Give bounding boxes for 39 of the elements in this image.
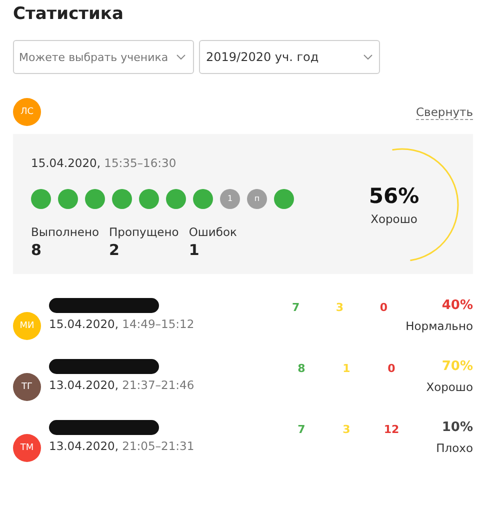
error-count: 0 [386,362,396,375]
task-dot: п [247,188,267,208]
error-count: 12 [382,423,400,436]
stat-label: Пропущено [109,224,179,238]
score-grade: Плохо [436,441,473,455]
skipped-count: 1 [342,362,352,375]
skipped-count: 3 [342,423,352,436]
chevron-down-icon [176,54,186,60]
avatar: ТМ [13,434,41,462]
done-count: 7 [296,423,306,436]
session-datetime: 15.04.2020, 14:49–15:12 [49,317,196,331]
skipped-count: 3 [334,301,345,314]
avatar: МИ [13,312,41,340]
done-count: 8 [296,362,306,375]
session-datetime: 13.04.2020, 21:37–21:46 [49,378,196,392]
collapse-link[interactable]: Свернуть [416,104,473,120]
score-percent: 10% [442,420,473,435]
session-datetime: 13.04.2020, 21:05–21:31 [49,439,196,453]
done-count: 7 [290,301,301,314]
task-dot: 1 [220,188,240,208]
avatar: ЛС [13,98,41,126]
stat-value: 8 [31,240,42,258]
stat-label: Выполнено [31,224,100,238]
stat-value: 1 [188,240,200,258]
error-count: 0 [378,301,388,314]
score-grade: Хорошо [370,212,418,226]
chevron-down-icon [363,54,373,60]
score-percent: 40% [442,298,473,313]
score-percent: 56% [368,184,420,208]
score-percent: 70% [442,359,473,374]
stat-label: Ошибок [188,224,237,238]
avatar: ТГ [13,373,41,401]
score-grade: Хорошо [426,380,473,394]
page-title: Статистика [13,4,124,24]
student-select[interactable]: Можете выбрать ученика [13,40,194,74]
score-grade: Нормально [406,319,473,333]
stat-value: 2 [109,240,120,258]
year-select[interactable]: 2019/2020 уч. год [199,40,380,74]
session-datetime: 15.04.2020, 15:35–16:30 [31,156,176,170]
